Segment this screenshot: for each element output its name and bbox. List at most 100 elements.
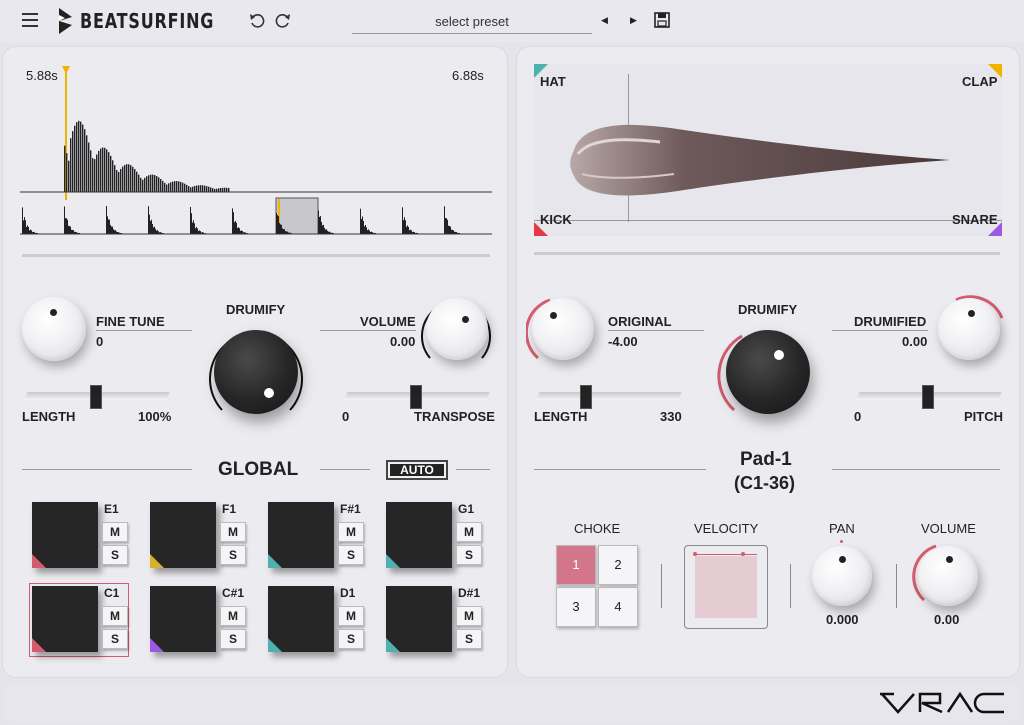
drumify-label-right: DRUMIFY	[738, 302, 798, 317]
pitch-slider[interactable]	[856, 385, 1002, 409]
drumified-knob[interactable]	[938, 298, 1000, 360]
choke-button-3[interactable]: 3	[556, 587, 596, 627]
transpose-label: TRANSPOSE	[414, 409, 495, 424]
original-knob[interactable]	[532, 298, 594, 360]
waveform-divider	[22, 254, 490, 257]
original-value: -4.00	[608, 334, 638, 349]
volume-underline-left	[320, 330, 416, 331]
pad-color-marker	[386, 554, 400, 568]
drumify-knob-left[interactable]	[214, 330, 298, 414]
pad-note-label: C#1	[222, 586, 245, 600]
length-value-right: 330	[660, 409, 682, 424]
xy-hat-label: HAT	[540, 74, 566, 89]
solo-button[interactable]: S	[102, 629, 128, 649]
length-slider-left[interactable]	[24, 385, 170, 409]
pad-color-marker	[32, 638, 46, 652]
transpose-value: 0	[342, 409, 350, 424]
drum-pad-6[interactable]: D1 M S	[266, 584, 364, 656]
pan-label: PAN	[829, 521, 855, 536]
drum-pad-5[interactable]: C#1 M S	[148, 584, 246, 656]
mute-button[interactable]: M	[456, 606, 482, 626]
drum-pad-7[interactable]: D#1 M S	[384, 584, 482, 656]
app-name: BEATSURFING	[80, 9, 215, 33]
pad-note-label: F1	[222, 502, 237, 516]
redo-icon[interactable]	[274, 12, 292, 30]
drum-pad-2[interactable]: F#1 M S	[266, 500, 364, 572]
top-bar: BEATSURFING select preset ◀ ▶	[0, 0, 1024, 42]
hamburger-menu-icon[interactable]	[22, 13, 38, 27]
pad-name-line-right	[832, 469, 1000, 470]
volume-label-right: VOLUME	[921, 521, 976, 536]
drum-pad-3[interactable]: G1 M S	[384, 500, 482, 572]
xy-kick-label: KICK	[540, 212, 572, 227]
choke-button-2[interactable]: 2	[598, 545, 638, 585]
pad-color-marker	[386, 638, 400, 652]
solo-button[interactable]: S	[220, 629, 246, 649]
beatsurfing-logo-icon	[59, 8, 72, 34]
divider	[661, 564, 662, 608]
original-underline	[608, 330, 704, 331]
xy-pad[interactable]	[534, 64, 1002, 236]
pad-range: (C1-36)	[734, 473, 796, 493]
auto-button[interactable]: AUTO	[386, 460, 448, 480]
velocity-curve-editor[interactable]	[684, 545, 768, 629]
pad-note-label: G1	[458, 502, 475, 516]
solo-button[interactable]: S	[456, 545, 482, 565]
mute-button[interactable]: M	[338, 522, 364, 542]
mute-button[interactable]: M	[220, 606, 246, 626]
pad-note-label: D1	[340, 586, 356, 600]
pad-note-label: D#1	[458, 586, 481, 600]
choke-button-4[interactable]: 4	[598, 587, 638, 627]
global-line-right	[456, 469, 490, 470]
pan-knob[interactable]	[812, 546, 872, 606]
pad-color-marker	[150, 638, 164, 652]
volume-value-left: 0.00	[390, 334, 416, 349]
pan-value: 0.000	[826, 612, 859, 627]
length-label-left: LENGTH	[22, 409, 76, 424]
drumified-underline	[832, 330, 928, 331]
drum-pad-0[interactable]: E1 M S	[30, 500, 128, 572]
length-slider-right[interactable]	[536, 385, 682, 409]
vrac-logo	[880, 692, 1004, 714]
transpose-slider[interactable]	[344, 385, 490, 409]
next-preset-icon[interactable]: ▶	[630, 15, 637, 26]
volume-value-right: 0.00	[934, 612, 960, 627]
drumify-knob-right[interactable]	[726, 330, 810, 414]
mute-button[interactable]: M	[338, 606, 364, 626]
app-logo: BEATSURFING	[58, 8, 248, 34]
fine-tune-knob[interactable]	[22, 297, 86, 361]
solo-button[interactable]: S	[456, 629, 482, 649]
solo-button[interactable]: S	[220, 545, 246, 565]
mute-button[interactable]: M	[102, 606, 128, 626]
previous-preset-icon[interactable]: ◀	[601, 15, 608, 26]
xy-divider	[534, 252, 1000, 255]
drum-pad-4[interactable]: C1 M S	[29, 583, 129, 657]
global-line-mid	[320, 469, 370, 470]
waveform-display[interactable]	[20, 62, 492, 242]
volume-knob-right[interactable]	[918, 546, 978, 606]
preset-selector[interactable]: select preset	[352, 14, 592, 34]
volume-knob-left[interactable]	[426, 298, 488, 360]
volume-label-left: VOLUME	[360, 314, 416, 329]
mute-button[interactable]: M	[456, 522, 482, 542]
bottom-bar	[2, 684, 1020, 722]
xy-snare-label: SNARE	[952, 212, 998, 227]
undo-icon[interactable]	[248, 12, 266, 30]
fine-tune-underline	[96, 330, 192, 331]
solo-button[interactable]: S	[102, 545, 128, 565]
drum-pad-1[interactable]: F1 M S	[148, 500, 246, 572]
choke-label: CHOKE	[574, 521, 621, 536]
xy-clap-label: CLAP	[962, 74, 998, 89]
mute-button[interactable]: M	[220, 522, 246, 542]
pitch-value: 0	[854, 409, 862, 424]
pad-color-marker	[268, 554, 282, 568]
solo-button[interactable]: S	[338, 545, 364, 565]
save-icon[interactable]	[654, 12, 670, 28]
mute-button[interactable]: M	[102, 522, 128, 542]
drumify-label-left: DRUMIFY	[226, 302, 286, 317]
solo-button[interactable]: S	[338, 629, 364, 649]
fine-tune-value: 0	[96, 334, 104, 349]
drumified-label: DRUMIFIED	[854, 314, 927, 329]
pad-note-label: E1	[104, 502, 119, 516]
choke-button-1[interactable]: 1	[556, 545, 596, 585]
